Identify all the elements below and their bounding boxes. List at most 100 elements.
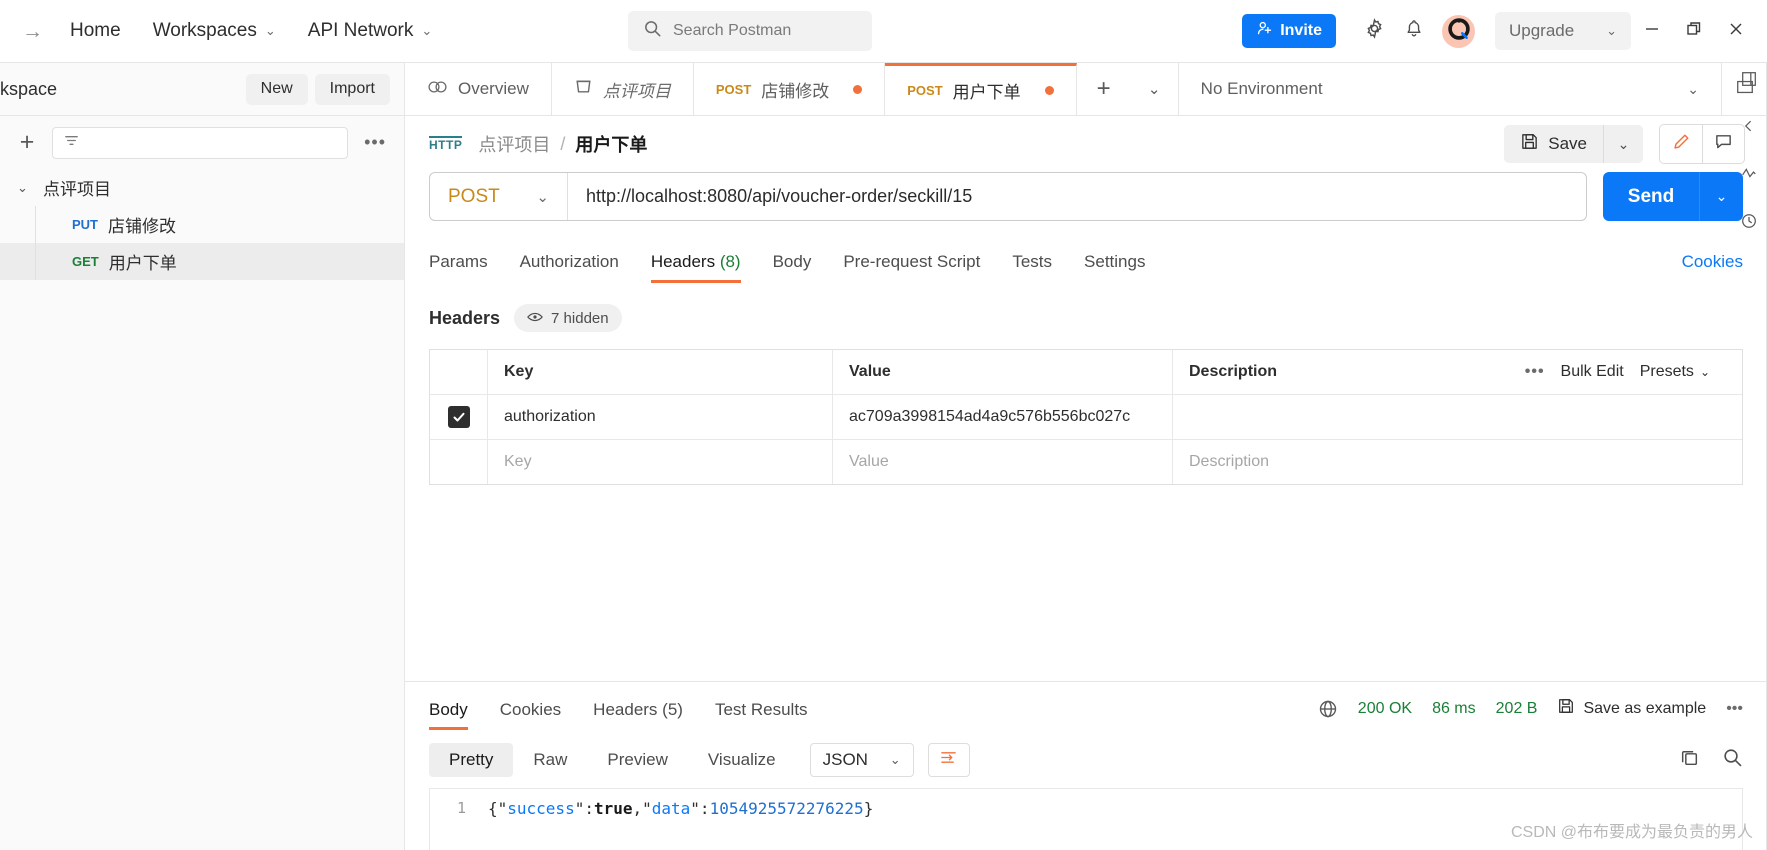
- table-row[interactable]: authorization ac709a3998154ad4a9c576b556…: [430, 395, 1742, 440]
- hidden-headers-toggle[interactable]: 7 hidden: [514, 304, 622, 332]
- breadcrumb-request-name[interactable]: 用户下单: [575, 131, 647, 157]
- request-name: 店铺修改: [108, 217, 176, 236]
- tab-list-chevron-down-icon[interactable]: ⌄: [1131, 63, 1179, 115]
- sidebar-panel-icon[interactable]: [1740, 70, 1758, 88]
- tab-pre-request-script-label: Pre-request Script: [843, 252, 981, 271]
- header-value-input[interactable]: Value: [833, 440, 1173, 484]
- header-description-cell[interactable]: [1173, 395, 1742, 439]
- tab-body[interactable]: Body: [757, 252, 828, 283]
- pencil-icon: [1672, 132, 1691, 156]
- tab-pre-request-script[interactable]: Pre-request Script: [827, 252, 996, 283]
- upgrade-button[interactable]: Upgrade ⌄: [1495, 12, 1631, 50]
- save-as-example-button[interactable]: Save as example: [1557, 697, 1706, 720]
- tab-request-用户下单[interactable]: POST 用户下单: [885, 63, 1077, 115]
- chevron-down-icon: ⌄: [889, 752, 901, 767]
- save-options-chevron-down-icon[interactable]: ⌄: [1603, 125, 1643, 163]
- collection-点评项目[interactable]: ⌄ 点评项目: [0, 169, 404, 206]
- new-button[interactable]: New: [245, 73, 308, 105]
- environment-selector[interactable]: No Environment ⌄: [1179, 63, 1721, 115]
- header-empty-checkbox-cell: [430, 440, 488, 484]
- table-row[interactable]: Key Value Description: [430, 440, 1742, 484]
- wrap-lines-button[interactable]: [927, 743, 970, 777]
- format-pretty[interactable]: Pretty: [429, 743, 514, 777]
- format-preview[interactable]: Preview: [587, 743, 687, 777]
- json-token-punct: ":: [574, 799, 594, 818]
- response-time: 86 ms: [1432, 699, 1476, 717]
- response-language-selector[interactable]: JSON ⌄: [809, 743, 914, 777]
- edit-button[interactable]: [1660, 125, 1702, 163]
- bulk-edit-button[interactable]: Bulk Edit: [1561, 363, 1624, 381]
- sidebar-request-用户下单[interactable]: GET 用户下单: [0, 243, 404, 280]
- history-clock-icon[interactable]: [1740, 212, 1758, 230]
- collapse-chevron-left-icon[interactable]: [1741, 118, 1757, 134]
- send-button[interactable]: Send: [1603, 172, 1699, 221]
- tab-tests-label: Tests: [1012, 252, 1053, 271]
- restore-button[interactable]: [1673, 9, 1715, 53]
- notifications-button[interactable]: [1394, 11, 1434, 51]
- header-key-input[interactable]: Key: [488, 440, 833, 484]
- send-group: Send ⌄: [1603, 172, 1743, 221]
- format-raw[interactable]: Raw: [513, 743, 587, 777]
- tab-params[interactable]: Params: [429, 252, 504, 283]
- header-value-cell[interactable]: ac709a3998154ad4a9c576b556bc027c: [833, 395, 1173, 439]
- close-icon: [1727, 20, 1745, 43]
- column-description-label: Description: [1189, 363, 1278, 380]
- close-button[interactable]: [1715, 9, 1757, 53]
- breadcrumb-collection[interactable]: 点评项目: [478, 131, 550, 157]
- new-tab-button[interactable]: +: [1077, 63, 1131, 115]
- add-new-button[interactable]: +: [14, 130, 40, 155]
- nav-workspaces[interactable]: Workspaces ⌄: [143, 14, 286, 48]
- tab-authorization[interactable]: Authorization: [504, 252, 635, 283]
- tab-settings[interactable]: Settings: [1068, 252, 1161, 283]
- save-button[interactable]: Save: [1504, 125, 1603, 163]
- format-visualize[interactable]: Visualize: [688, 743, 796, 777]
- tab-collection-点评项目[interactable]: 点评项目: [552, 63, 694, 115]
- response-more-button[interactable]: •••: [1726, 700, 1743, 718]
- avatar-icon: [1446, 16, 1472, 47]
- avatar[interactable]: [1442, 14, 1475, 48]
- import-button[interactable]: Import: [314, 73, 390, 105]
- minimize-button[interactable]: [1631, 9, 1673, 53]
- upgrade-label: Upgrade: [1509, 21, 1575, 40]
- cookies-link[interactable]: Cookies: [1682, 252, 1743, 283]
- search-icon[interactable]: [1722, 747, 1743, 773]
- url-input[interactable]: http://localhost:8080/api/voucher-order/…: [568, 173, 1586, 220]
- collection-name: 点评项目: [43, 180, 111, 199]
- http-protocol-icon: HTTP: [429, 135, 463, 152]
- headers-more-button[interactable]: •••: [1525, 363, 1545, 381]
- method-label: POST: [448, 185, 500, 207]
- tab-headers[interactable]: Headers (8): [635, 252, 757, 283]
- settings-button[interactable]: [1354, 11, 1394, 51]
- nav-home[interactable]: Home: [60, 14, 131, 48]
- copy-button[interactable]: [1679, 747, 1700, 773]
- sidebar-more-button[interactable]: •••: [360, 132, 390, 153]
- globe-icon[interactable]: [1318, 699, 1338, 719]
- header-description-input[interactable]: Description: [1173, 440, 1742, 484]
- monitor-icon[interactable]: [1740, 164, 1758, 182]
- response-tab-headers[interactable]: Headers (5): [577, 700, 699, 730]
- tab-tests[interactable]: Tests: [996, 252, 1068, 283]
- headers-table-header-row: Key Value Description ••• Bulk Edit Pres…: [430, 350, 1742, 395]
- wrap-text-icon: [939, 749, 958, 771]
- nav-api-network[interactable]: API Network ⌄: [298, 14, 443, 48]
- header-key-cell[interactable]: authorization: [488, 395, 833, 439]
- filter-input[interactable]: [52, 126, 349, 159]
- row-checkbox[interactable]: [447, 406, 470, 428]
- request-tab-bar: Overview 点评项目 POST 店铺修改 POST 用户下单 + ⌄ No…: [405, 63, 1767, 116]
- presets-button[interactable]: Presets ⌄: [1640, 363, 1710, 381]
- response-tab-body[interactable]: Body: [429, 700, 484, 730]
- sidebar-request-店铺修改[interactable]: PUT 店铺修改: [0, 206, 404, 243]
- tab-request-店铺修改[interactable]: POST 店铺修改: [694, 63, 886, 115]
- response-tab-cookies[interactable]: Cookies: [484, 700, 577, 730]
- search-input[interactable]: Search Postman: [628, 11, 872, 51]
- chevron-down-icon: ⌄: [264, 23, 276, 38]
- forward-arrow-icon[interactable]: →: [22, 21, 48, 42]
- tab-request-label: 店铺修改: [761, 81, 830, 101]
- tab-overview[interactable]: Overview: [405, 63, 552, 115]
- invite-button[interactable]: Invite: [1242, 14, 1336, 48]
- response-tab-test-results[interactable]: Test Results: [699, 700, 824, 730]
- response-meta: 200 OK 86 ms 202 B Save as example •••: [1318, 697, 1743, 730]
- request-spacer: [405, 485, 1767, 681]
- tab-overview-label: Overview: [458, 79, 529, 98]
- method-selector[interactable]: POST ⌄: [430, 173, 568, 220]
